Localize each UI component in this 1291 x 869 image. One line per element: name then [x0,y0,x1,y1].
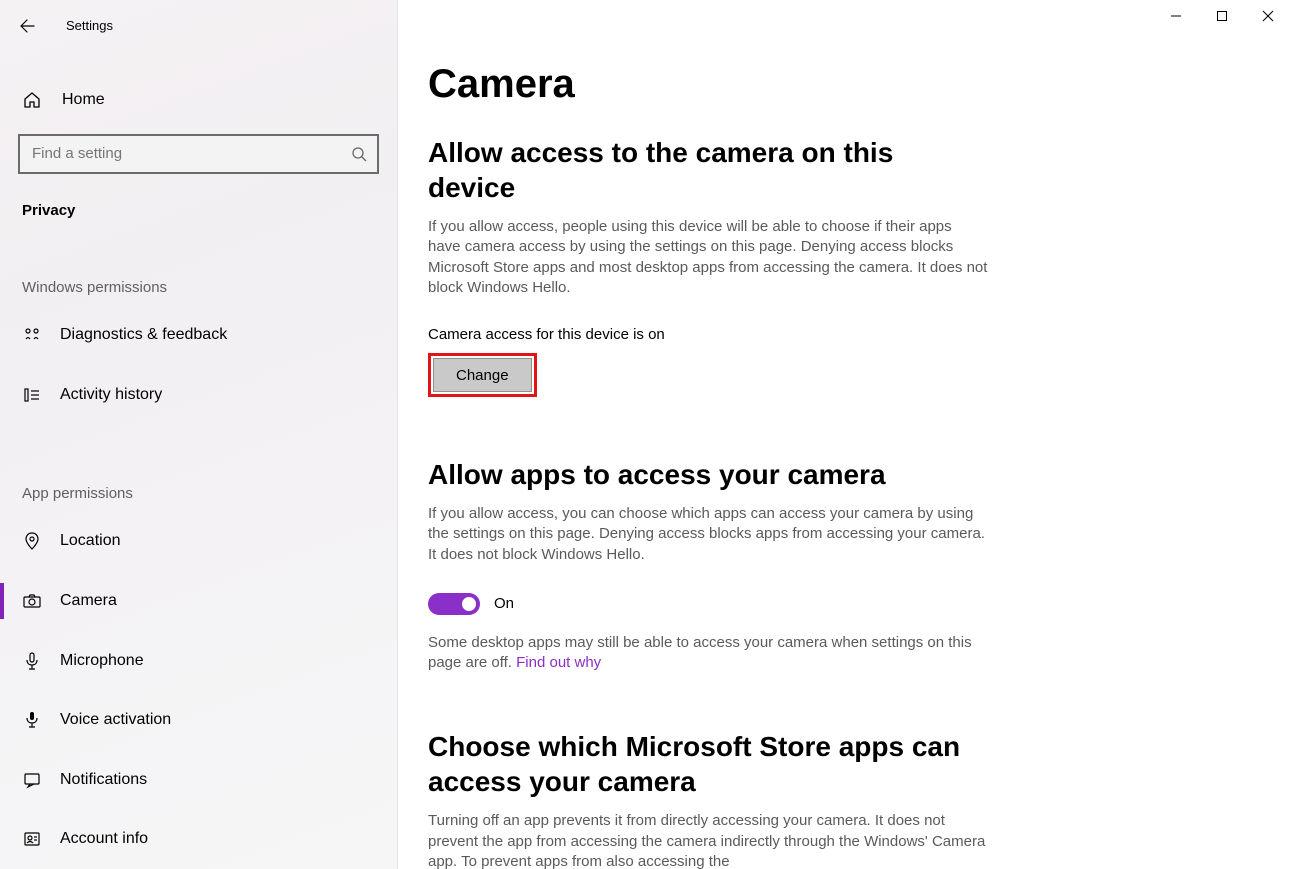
sidebar-item-label: Voice activation [60,711,171,729]
microphone-icon [22,651,42,671]
feedback-icon [22,325,42,345]
search-box[interactable] [18,134,379,174]
maximize-button[interactable] [1199,0,1245,32]
sidebar-category-label: Privacy [0,202,397,219]
find-out-why-link[interactable]: Find out why [516,654,601,671]
sidebar-group-app: App permissions [0,485,397,502]
toggle-knob [462,597,476,611]
section2-note: Some desktop apps may still be able to a… [428,633,988,674]
minimize-icon [1170,10,1182,22]
allow-apps-toggle[interactable] [428,593,480,615]
sidebar-item-microphone[interactable]: Microphone [0,631,397,691]
location-icon [22,531,42,551]
sidebar-item-label: Notifications [60,771,147,789]
sidebar-item-notifications[interactable]: Notifications [0,750,397,810]
camera-icon [22,591,42,611]
home-icon [22,90,42,110]
camera-access-status: Camera access for this device is on [428,326,988,343]
section3-desc: Turning off an app prevents it from dire… [428,811,988,869]
minimize-button[interactable] [1153,0,1199,32]
sidebar-group-windows: Windows permissions [0,279,397,296]
window-title: Settings [66,18,113,33]
notifications-icon [22,770,42,790]
sidebar-item-label: Microphone [60,652,144,670]
sidebar-item-diagnostics[interactable]: Diagnostics & feedback [0,306,397,366]
history-icon [22,385,42,405]
main-content: Camera Allow access to the camera on thi… [398,0,1291,869]
search-icon [351,146,367,162]
voice-icon [22,710,42,730]
sidebar-item-label: Activity history [60,386,162,404]
maximize-icon [1216,10,1228,22]
back-button[interactable] [18,17,36,35]
sidebar-item-camera[interactable]: Camera [0,571,397,631]
sidebar-item-label: Camera [60,592,117,610]
sidebar: Settings Home Privacy Windows permission… [0,0,398,869]
sidebar-item-account-info[interactable]: Account info [0,809,397,869]
change-button-highlight: Change [428,353,537,397]
sidebar-home[interactable]: Home [0,78,397,122]
section1-heading: Allow access to the camera on this devic… [428,135,988,205]
toggle-label: On [494,595,514,612]
close-icon [1262,10,1274,22]
sidebar-home-label: Home [62,91,105,109]
sidebar-item-location[interactable]: Location [0,512,397,572]
account-icon [22,829,42,849]
search-input[interactable] [32,145,351,162]
sidebar-item-label: Location [60,532,121,550]
section3-heading: Choose which Microsoft Store apps can ac… [428,729,988,799]
sidebar-item-label: Account info [60,830,148,848]
change-button[interactable]: Change [433,358,532,392]
section2-heading: Allow apps to access your camera [428,457,988,492]
sidebar-item-voice-activation[interactable]: Voice activation [0,690,397,750]
sidebar-item-activity-history[interactable]: Activity history [0,365,397,425]
arrow-left-icon [19,18,35,34]
section2-note-text: Some desktop apps may still be able to a… [428,634,972,671]
section1-desc: If you allow access, people using this d… [428,217,988,298]
close-button[interactable] [1245,0,1291,32]
titlebar-left: Settings [0,10,397,42]
allow-apps-toggle-row: On [428,593,988,615]
section2-desc: If you allow access, you can choose whic… [428,504,988,565]
sidebar-item-label: Diagnostics & feedback [60,326,227,344]
page-title: Camera [428,62,988,107]
window-controls [1153,0,1291,32]
